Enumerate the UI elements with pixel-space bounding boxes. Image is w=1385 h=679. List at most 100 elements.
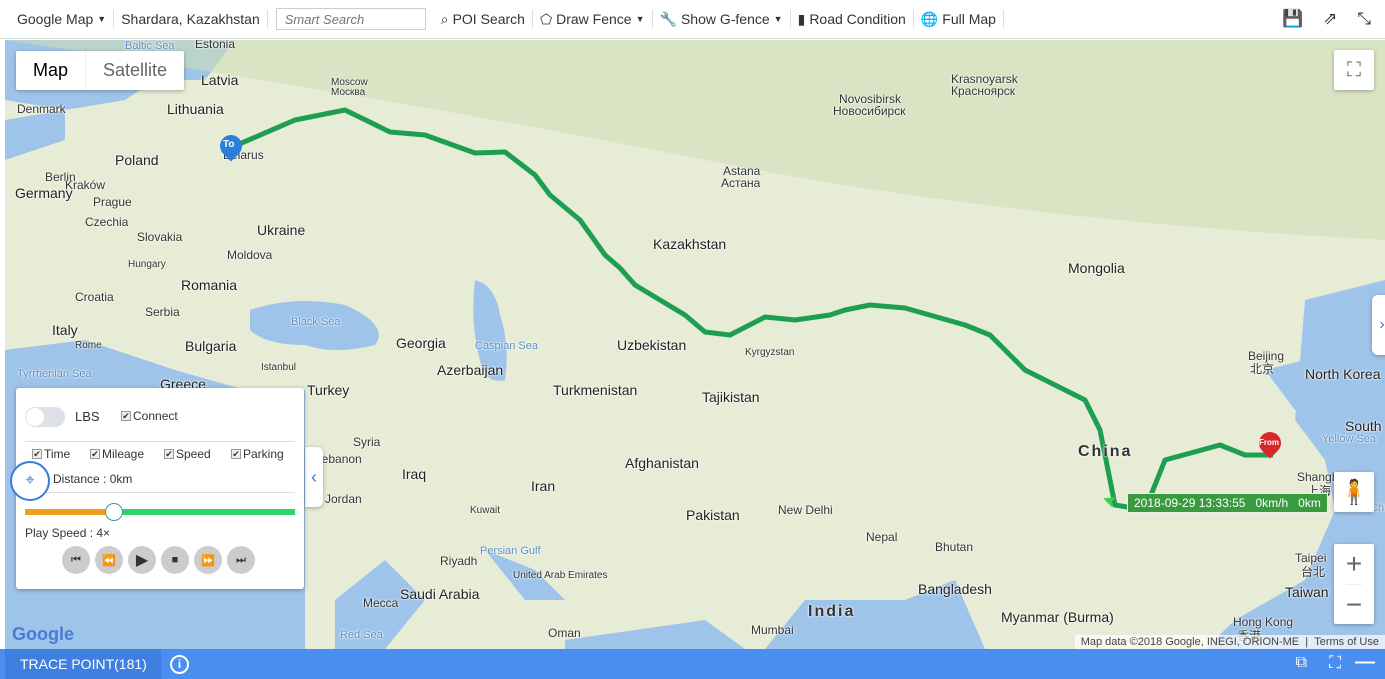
- poi-search-label: POI Search: [452, 11, 525, 27]
- map-label: Red Sea: [340, 629, 383, 641]
- map-label: Slovakia: [137, 230, 183, 244]
- map-label: Москва: [331, 87, 366, 98]
- marker-from[interactable]: From: [1254, 427, 1286, 462]
- map-label: Syria: [353, 435, 381, 449]
- map-label: Bangladesh: [918, 581, 992, 597]
- marker-to[interactable]: To: [215, 130, 247, 165]
- map-label: Georgia: [396, 335, 446, 351]
- map-label: Pakistan: [686, 507, 740, 523]
- map-label: Bhutan: [935, 540, 974, 554]
- map-label: South Korea: [1345, 418, 1385, 434]
- map-label: Myanmar (Burma): [1001, 609, 1114, 625]
- map-type-map-button[interactable]: Map: [16, 51, 85, 90]
- divider: [25, 441, 295, 442]
- map-label: Астана: [721, 176, 761, 190]
- smart-search-input[interactable]: [275, 8, 426, 30]
- playback-progress-slider[interactable]: [25, 503, 295, 521]
- save-icon[interactable]: 💾: [1282, 9, 1303, 29]
- draw-fence-button[interactable]: ⬠ Draw Fence ▼: [533, 10, 653, 28]
- map-fullscreen-button[interactable]: ⛶: [1334, 50, 1374, 90]
- skip-last-button[interactable]: ⏭: [227, 546, 255, 574]
- map-label: Kazakhstan: [653, 236, 727, 252]
- caret-down-icon: ▼: [97, 14, 107, 24]
- map-label: Denmark: [17, 102, 66, 116]
- map-label: Prague: [93, 195, 132, 209]
- full-map-label: Full Map: [942, 11, 996, 27]
- play-speed-label[interactable]: Play Speed : 4×: [25, 526, 110, 540]
- map-label: Ukraine: [257, 222, 306, 238]
- map-label: Italy: [52, 322, 78, 338]
- terms-link[interactable]: Terms of Use: [1314, 636, 1379, 648]
- time-checkbox[interactable]: ✔ Time: [32, 447, 70, 461]
- play-icon: ▶: [135, 552, 149, 569]
- map-label: Kuwait: [470, 505, 501, 516]
- zoom-control: + −: [1334, 544, 1374, 624]
- map-type-satellite-button[interactable]: Satellite: [85, 51, 184, 90]
- skip-first-button[interactable]: ⏮: [62, 546, 90, 574]
- polygon-icon: ⬠: [539, 11, 553, 27]
- fullscreen-icon: ⛶: [1347, 58, 1361, 81]
- map-label: Germany: [15, 185, 73, 201]
- parking-checkbox[interactable]: ✔ Parking: [231, 447, 284, 461]
- progress-knob[interactable]: [105, 503, 124, 521]
- bottom-bar: TRACE POINT(181) i ⧉ ⛶ —: [0, 649, 1385, 679]
- map-label: Mongolia: [1068, 260, 1125, 276]
- tooltip-time: 2018-09-29 13:33:55: [1134, 496, 1246, 510]
- map-label: United Arab Emirates: [513, 570, 608, 581]
- map-pin-route-icon: ⌖: [25, 472, 35, 489]
- map-label: Persian Gulf: [480, 545, 541, 557]
- full-map-button[interactable]: 🌐 Full Map: [914, 10, 1004, 28]
- map-label: 北京: [1250, 362, 1275, 376]
- zoom-out-button[interactable]: −: [1345, 584, 1363, 624]
- map-provider-dropdown[interactable]: Google Map ▼: [10, 10, 115, 28]
- map-label: North Korea: [1305, 366, 1381, 382]
- map-label: Iran: [531, 478, 556, 494]
- map-attribution: Map data ©2018 Google, INEGI, ORION-ME |…: [1074, 635, 1385, 649]
- track-playback-button[interactable]: ⌖: [10, 461, 50, 501]
- external-link-icon[interactable]: ⇗: [1323, 9, 1337, 29]
- zoom-in-button[interactable]: +: [1346, 544, 1362, 584]
- map-label: Mecca: [363, 596, 399, 610]
- map-label: 台北: [1301, 565, 1326, 579]
- fast-forward-button[interactable]: ⏩: [194, 546, 222, 574]
- info-icon[interactable]: i: [170, 655, 189, 674]
- panel-collapse-button[interactable]: ‹: [305, 447, 323, 507]
- play-button[interactable]: ▶: [128, 546, 156, 574]
- show-gfence-label: Show G-fence: [680, 11, 770, 27]
- stop-button[interactable]: ■: [161, 546, 189, 574]
- map-label: Turkey: [307, 382, 350, 398]
- restore-window-icon[interactable]: ⧉: [1296, 654, 1307, 672]
- map-label: Romania: [181, 277, 238, 293]
- map-label: Latvia: [201, 72, 239, 88]
- trace-point-tab[interactable]: TRACE POINT(181): [5, 649, 161, 679]
- map-label: Istanbul: [261, 362, 297, 373]
- maximize-icon[interactable]: ⛶: [1329, 653, 1341, 673]
- map-label: Mumbai: [751, 623, 794, 637]
- poi-search-icon: ⌕: [440, 11, 449, 27]
- location-label: Shardara, Kazakhstan: [121, 11, 260, 27]
- chevron-left-icon: ‹: [311, 466, 317, 487]
- time-label: Time: [44, 447, 71, 461]
- street-view-pegman[interactable]: 🧍: [1334, 472, 1374, 512]
- right-panel-toggle[interactable]: ›: [1372, 295, 1385, 355]
- map-label: Tajikistan: [702, 389, 760, 405]
- map-label: Moldova: [227, 248, 273, 262]
- show-gfence-button[interactable]: 🔧 Show G-fence ▼: [653, 10, 791, 28]
- rewind-icon: ⏪: [102, 554, 116, 567]
- road-condition-button[interactable]: ▮ Road Condition: [791, 10, 914, 28]
- lbs-toggle[interactable]: [25, 407, 65, 427]
- connect-checkbox[interactable]: ✔ Connect: [121, 409, 178, 423]
- mileage-checkbox[interactable]: ✔ Mileage: [90, 447, 144, 461]
- poi-search-button[interactable]: ⌕ POI Search: [434, 10, 533, 28]
- rewind-button[interactable]: ⏪: [95, 546, 123, 574]
- map-label: Poland: [115, 152, 159, 168]
- map-label: Estonia: [195, 40, 236, 51]
- speed-checkbox[interactable]: ✔ Speed: [164, 447, 211, 461]
- minimize-icon[interactable]: —: [1355, 651, 1375, 674]
- connect-label: Connect: [133, 409, 178, 423]
- fullscreen-icon[interactable]: ⤡: [1357, 9, 1371, 29]
- map-label: Jordan: [325, 492, 362, 506]
- playback-panel: LBS ✔ Connect ✔ Time ✔ Mileage ✔ Speed ✔ Park…: [16, 388, 304, 589]
- map-label: Azerbaijan: [437, 362, 504, 378]
- distance-readout: Distance : 0km: [53, 472, 133, 486]
